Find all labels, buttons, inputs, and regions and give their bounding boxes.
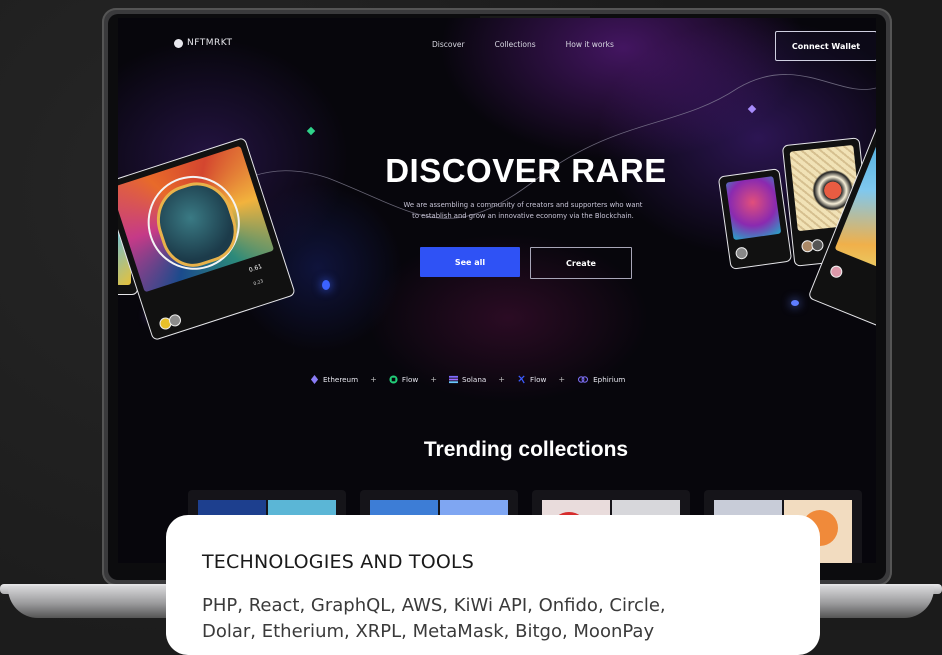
supported-chains: Ethereum + Flow + Solana + Flow + Ephiri… (310, 375, 625, 384)
creator-avatar (828, 263, 845, 280)
creator-avatar (734, 246, 749, 260)
ethereum-icon (310, 375, 319, 384)
chain-label: Flow (401, 375, 419, 384)
technologies-line-2: Dolar, Etherium, XRPL, MetaMask, Bitgo, … (202, 621, 655, 642)
chain-label: Flow (529, 375, 547, 384)
nav-discover[interactable]: Discover (432, 40, 465, 49)
separator-plus: + (430, 375, 437, 384)
chain-flow-alt[interactable]: Flow (517, 375, 546, 384)
separator-plus: + (498, 375, 505, 384)
technologies-card: TECHNOLOGIES AND TOOLS PHP, React, Graph… (166, 515, 820, 655)
see-all-button[interactable]: See all (420, 247, 520, 277)
chain-ephirium[interactable]: Ephirium (577, 375, 625, 384)
chain-label: Ephirium (593, 375, 626, 384)
create-button[interactable]: Create (530, 247, 632, 279)
blue-glow-orb-right (791, 300, 799, 306)
logo-icon (174, 38, 183, 48)
technologies-list: PHP, React, GraphQL, AWS, KiWi API, Onfi… (202, 593, 802, 645)
chain-solana[interactable]: Solana (448, 375, 487, 384)
technologies-title: TECHNOLOGIES AND TOOLS (202, 551, 475, 573)
nav-how-it-works[interactable]: How it works (566, 40, 614, 49)
main-nav: Discover Collections How it works (432, 40, 614, 49)
nav-collections[interactable]: Collections (495, 40, 536, 49)
separator-plus: + (558, 375, 566, 384)
owner-avatar (810, 238, 825, 252)
hero-subtitle-line-2: to establish and grow an innovative econ… (412, 212, 634, 220)
chain-label: Ethereum (323, 375, 359, 384)
trending-title: Trending collections (423, 438, 629, 461)
flow-icon (389, 375, 398, 384)
flow-alt-icon (518, 375, 525, 384)
connect-wallet-button[interactable]: Connect Wallet (775, 31, 876, 61)
separator-plus: + (370, 375, 377, 384)
solana-icon (448, 375, 458, 384)
hero-title: DISCOVER RARE (385, 152, 667, 189)
link-chain-icon (578, 376, 589, 383)
website-screen: NFTMRKT Discover Collections How it work… (118, 18, 876, 563)
technologies-line-1: PHP, React, GraphQL, AWS, KiWi API, Onfi… (202, 595, 666, 616)
nft-price-sub: 0.23 (253, 279, 265, 288)
chain-ethereum[interactable]: Ethereum (310, 375, 358, 384)
nft-art (725, 176, 782, 241)
nft-price: 0.61 (248, 263, 263, 274)
chain-flow[interactable]: Flow (389, 375, 418, 384)
site-logo[interactable]: NFTMRKT (174, 38, 232, 48)
hero-subtitle: We are assembling a community of creator… (383, 200, 663, 222)
hero-subtitle-line-1: We are assembling a community of creator… (403, 201, 643, 209)
chain-label: Solana (461, 375, 487, 384)
blue-glow-orb (322, 280, 330, 290)
logo-text: NFTMRKT (187, 38, 233, 48)
nft-card-small[interactable] (717, 168, 793, 270)
